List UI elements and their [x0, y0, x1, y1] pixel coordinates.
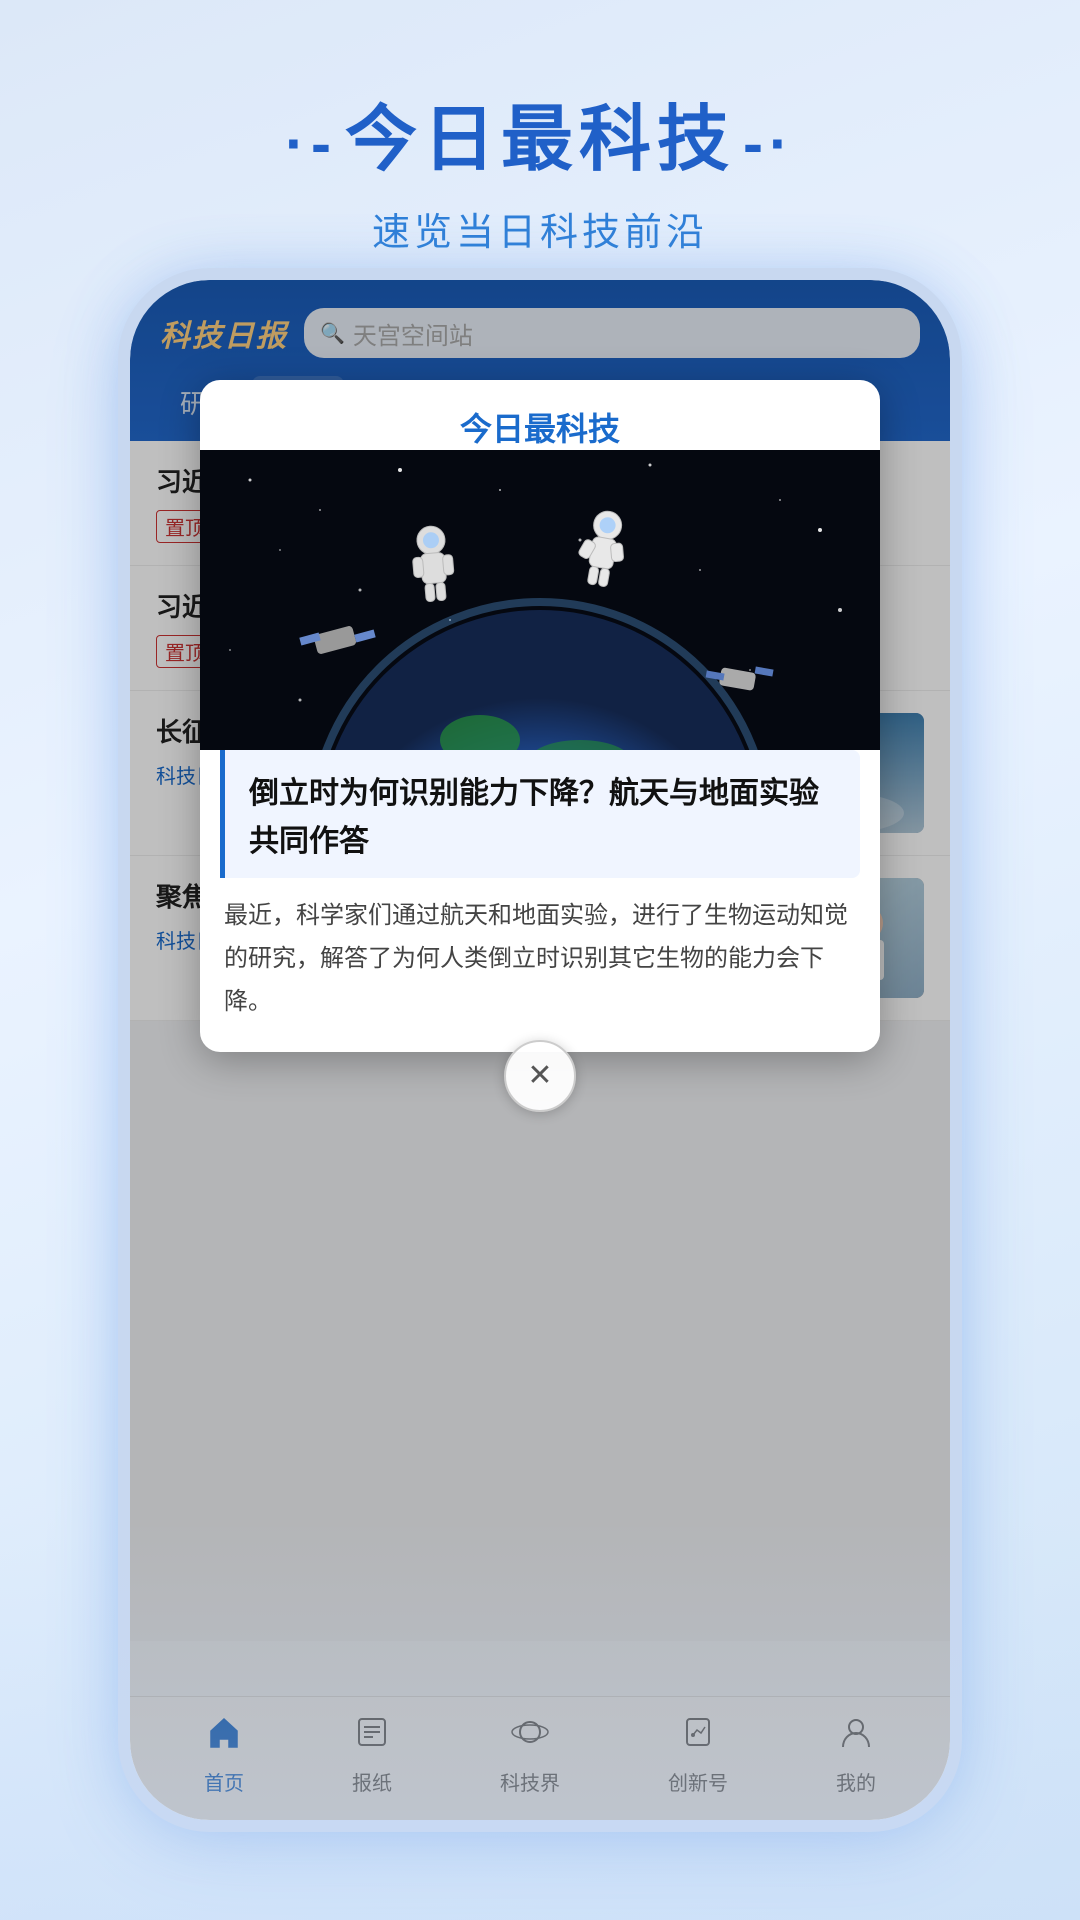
modal-title: 今日最科技: [460, 411, 620, 447]
top-title-area: 今日最科技 速览当日科技前沿: [0, 0, 1080, 286]
modal-card: 今日最科技: [200, 380, 880, 1052]
modal-close-button[interactable]: ✕: [504, 1040, 576, 1112]
modal-header: 今日最科技: [200, 380, 880, 450]
modal-article-body: 最近，科学家们通过航天和地面实验，进行了生物运动知觉的研究，解答了为何人类倒立时…: [200, 878, 880, 1052]
modal-image: [200, 450, 880, 750]
phone-mockup: 科技日报 🔍 天宫空间站 研习 热点 政务 国际 科普 English ☰: [130, 280, 950, 1820]
modal-article-title: 倒立时为何识别能力下降？航天与地面实验共同作答: [220, 750, 860, 878]
phone-inner: 科技日报 🔍 天宫空间站 研习 热点 政务 国际 科普 English ☰: [130, 280, 950, 1820]
subtitle: 速览当日科技前沿: [0, 201, 1080, 256]
modal-overlay: 今日最科技: [130, 280, 950, 1820]
modal-wrapper: 今日最科技: [200, 380, 880, 1052]
main-title: 今日最科技: [285, 80, 795, 185]
close-icon: ✕: [527, 1058, 552, 1093]
